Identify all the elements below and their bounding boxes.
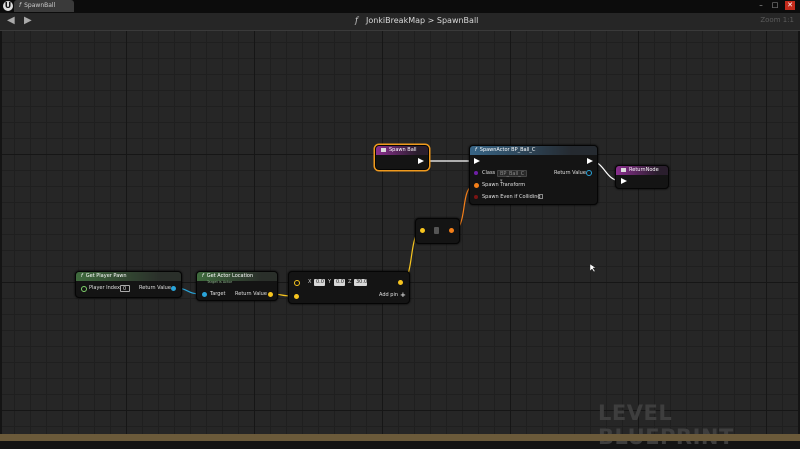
spawn-actor-node[interactable]: f SpawnActor BP_Ball_C Class BP_Ball_C ▾ … — [469, 145, 598, 205]
exec-in-pin[interactable] — [474, 158, 480, 164]
node-title: SpawnActor BP_Ball_C — [479, 147, 536, 153]
transform-label: Spawn Transform — [482, 182, 526, 188]
conversion-icon — [434, 227, 439, 234]
event-icon — [381, 147, 386, 152]
function-icon: f — [81, 273, 83, 279]
spawn-ball-node[interactable]: Spawn Ball — [375, 145, 429, 170]
function-icon: f — [475, 147, 477, 153]
node-header: Spawn Ball — [376, 146, 428, 155]
wires — [173, 160, 622, 297]
taskbar-strip — [0, 434, 800, 441]
return-label: Return Value — [235, 291, 267, 297]
player-index-pin[interactable] — [81, 286, 87, 292]
target-pin[interactable] — [202, 292, 207, 297]
return-label: Return Value — [554, 170, 586, 176]
level-blueprint-watermark: LEVEL BLUEPRINT — [598, 401, 733, 449]
y-label: Y — [328, 279, 332, 285]
return-label: Return Value — [139, 285, 171, 291]
add-vector-node[interactable]: X 0.0 Y 0.0 Z 30.0 Add pin + — [288, 271, 410, 304]
node-header: ReturnNode — [616, 166, 668, 175]
vector-a-pin[interactable] — [294, 280, 300, 286]
vector-in-pin[interactable] — [420, 228, 425, 233]
mouse-cursor-icon — [590, 264, 596, 272]
exec-in-pin[interactable] — [621, 178, 627, 184]
return-pin[interactable] — [171, 286, 176, 291]
reroute-node[interactable] — [415, 218, 460, 244]
transform-out-pin[interactable] — [449, 228, 454, 233]
class-label: Class — [482, 170, 496, 176]
vector-b-pin[interactable] — [294, 294, 299, 299]
node-header: f SpawnActor BP_Ball_C — [470, 146, 597, 155]
node-subtitle: Target is Actor — [207, 280, 233, 284]
class-pin[interactable] — [474, 171, 478, 175]
node-title: Get Player Pawn — [85, 273, 127, 279]
exec-out-pin[interactable] — [587, 158, 593, 164]
get-actor-location-node[interactable]: f Get Actor Location Target is Actor Targ… — [196, 271, 278, 301]
node-title: ReturnNode — [629, 167, 659, 173]
player-index-field[interactable]: 0 — [120, 285, 130, 292]
add-pin-plus-icon[interactable]: + — [400, 291, 406, 299]
add-pin-label: Add pin — [379, 292, 399, 298]
function-icon: f — [202, 273, 204, 279]
node-title: Spawn Ball — [389, 147, 417, 153]
x-field[interactable]: 0.0 — [314, 279, 325, 286]
collide-checkbox[interactable] — [538, 194, 543, 199]
x-label: X — [308, 279, 312, 285]
return-icon — [621, 167, 626, 172]
z-label: Z — [348, 279, 352, 285]
vector-out-pin[interactable] — [398, 280, 403, 285]
return-pin[interactable] — [586, 170, 592, 176]
return-pin[interactable] — [268, 292, 273, 297]
player-index-label: Player Index — [89, 285, 120, 291]
node-header: f Get Player Pawn — [76, 272, 181, 281]
target-label: Target — [210, 291, 226, 297]
node-title: Get Actor Location — [206, 273, 254, 279]
class-dropdown[interactable]: BP_Ball_C ▾ — [497, 170, 527, 184]
z-field[interactable]: 30.0 — [354, 279, 367, 286]
collide-pin[interactable] — [474, 195, 478, 199]
collide-label: Spawn Even if Colliding — [482, 194, 541, 200]
return-node[interactable]: ReturnNode — [615, 165, 669, 189]
get-player-pawn-node[interactable]: f Get Player Pawn Player Index 0 Return V… — [75, 271, 182, 298]
y-field[interactable]: 0.0 — [334, 279, 345, 286]
transform-pin[interactable] — [474, 183, 479, 188]
exec-out-pin[interactable] — [418, 158, 424, 164]
